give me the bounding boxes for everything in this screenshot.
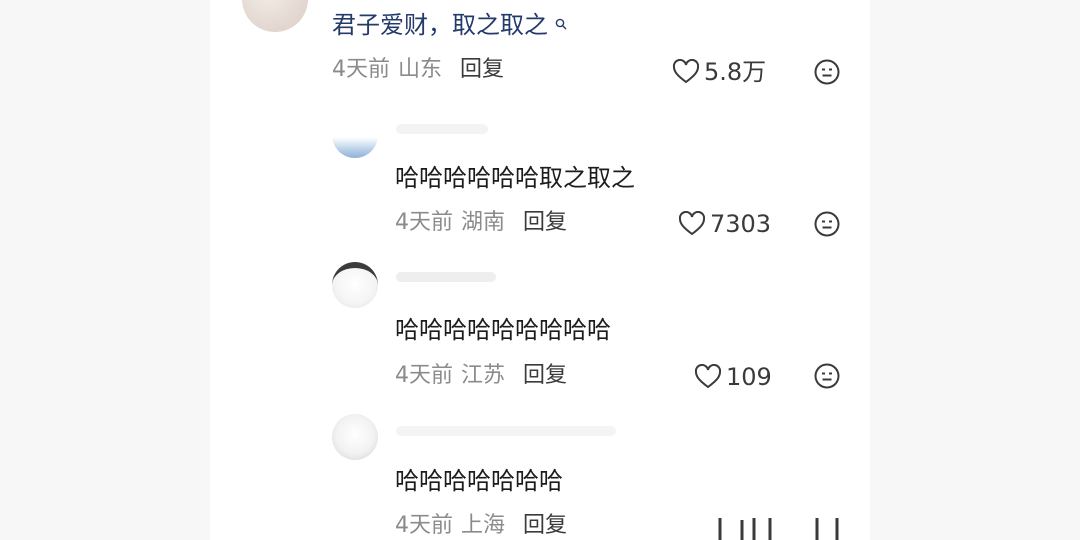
dislike-button[interactable] <box>814 512 840 540</box>
like-count: 5.8万 <box>704 58 767 86</box>
reply-username[interactable] <box>396 272 496 282</box>
reply-text[interactable]: 哈哈哈哈哈哈哈哈哈 <box>395 315 611 345</box>
neutral-face-icon <box>814 211 840 237</box>
dislike-button[interactable] <box>814 59 840 85</box>
neutral-face-icon <box>815 518 839 540</box>
heart-outline-icon <box>718 518 772 540</box>
reply-text[interactable]: 哈哈哈哈哈哈取之取之 <box>395 163 635 193</box>
comment-location: 上海 <box>461 513 506 538</box>
like-count: 7303 <box>710 210 772 238</box>
reply-avatar[interactable] <box>332 414 378 460</box>
comment-time: 4天前 <box>332 57 390 82</box>
comment-location: 湖南 <box>461 210 506 235</box>
reply-meta: 4天前 江苏 回复 <box>395 362 567 390</box>
reply-text[interactable]: 哈哈哈哈哈哈哈 <box>395 466 563 496</box>
reply-username[interactable] <box>396 426 616 436</box>
reply-avatar[interactable] <box>332 112 378 158</box>
search-icon[interactable] <box>550 16 567 34</box>
reply-meta: 4天前 湖南 回复 <box>395 209 567 237</box>
top-comment-text: 君子爱财，取之取之 <box>332 11 548 39</box>
neutral-face-icon <box>814 59 840 85</box>
heart-outline-icon <box>694 364 722 389</box>
top-comment-text-row[interactable]: 君子爱财，取之取之 <box>332 10 567 40</box>
like-button[interactable]: 7303 <box>678 210 771 238</box>
comment-location: 江苏 <box>461 363 506 388</box>
like-button[interactable]: 5.8万 <box>672 58 766 86</box>
reply-username[interactable] <box>396 124 488 134</box>
comment-time: 4天前 <box>395 513 453 538</box>
dislike-button[interactable] <box>814 211 840 237</box>
like-count: 109 <box>726 363 772 391</box>
reply-button[interactable]: 回复 <box>523 210 567 235</box>
heart-outline-icon <box>672 59 700 84</box>
like-button[interactable]: 109 <box>694 363 772 391</box>
heart-outline-icon <box>678 211 706 236</box>
neutral-face-icon <box>814 363 840 389</box>
comment-time: 4天前 <box>395 363 453 388</box>
comment-location: 山东 <box>398 57 443 82</box>
like-button[interactable] <box>716 512 786 540</box>
top-comment-meta: 4天前 山东 回复 <box>332 56 504 84</box>
comment-panel <box>210 0 870 540</box>
reply-button[interactable]: 回复 <box>460 57 504 82</box>
comment-time: 4天前 <box>395 210 453 235</box>
reply-meta: 4天前 上海 回复 <box>395 512 567 540</box>
reply-button[interactable]: 回复 <box>523 513 567 538</box>
reply-button[interactable]: 回复 <box>523 363 567 388</box>
dislike-button[interactable] <box>814 363 840 389</box>
reply-avatar[interactable] <box>332 262 378 308</box>
